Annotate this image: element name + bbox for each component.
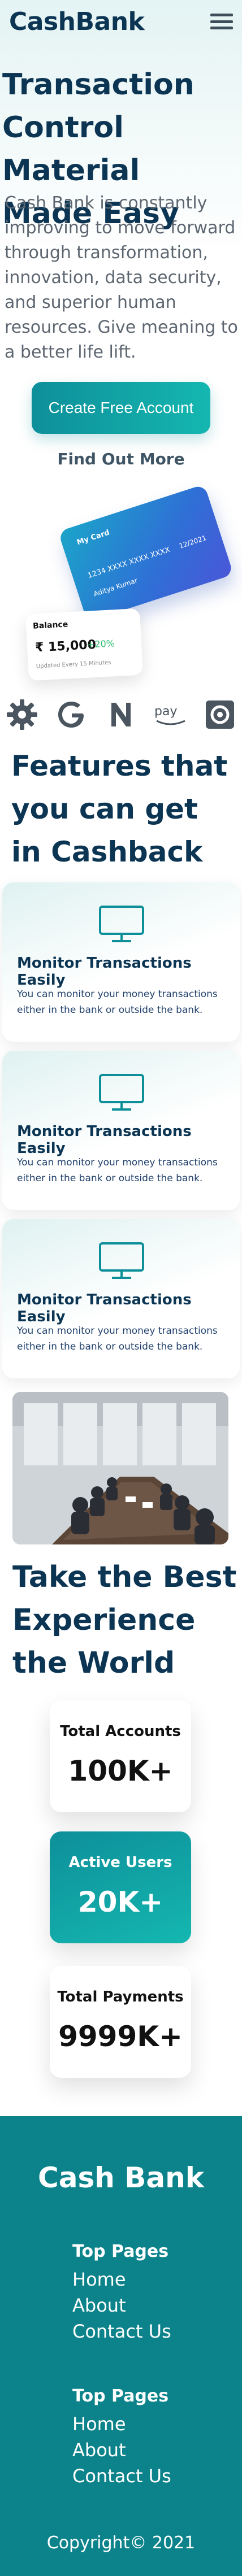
feature-title: Monitor Transactions Easily xyxy=(17,955,192,989)
site-footer: Cash Bank Top Pages Home About Contact U… xyxy=(0,2116,242,2576)
feature-card: Monitor Transactions Easily You can moni… xyxy=(2,882,240,1042)
brand-logos: pay xyxy=(5,695,237,734)
footer-heading: Top Pages xyxy=(72,2386,169,2406)
footer-link-contact[interactable]: Contact Us xyxy=(72,2318,219,2344)
monitor-icon xyxy=(98,905,145,945)
experience-title: Take the Best Experience the World xyxy=(12,1560,237,1680)
card-number: 1234 XXXX XXXX XXXX xyxy=(87,545,171,581)
footer-link-home[interactable]: Home xyxy=(72,2411,219,2437)
find-out-more-link[interactable]: Find Out More xyxy=(32,446,210,471)
card-name: My Card xyxy=(76,528,111,547)
balance-label: Balance xyxy=(32,620,68,631)
svg-text:pay: pay xyxy=(154,704,177,719)
monitor-icon xyxy=(98,1073,145,1113)
feature-description: You can monitor your money transactions … xyxy=(17,1157,218,1184)
stat-label: Total Accounts xyxy=(60,1723,181,1740)
feature-title: Monitor Transactions Easily xyxy=(17,1123,192,1157)
hero-description: Cash Bank is constantly improving to mov… xyxy=(5,193,238,362)
stat-label: Total Payments xyxy=(57,1988,184,2005)
balance-change: +20% xyxy=(87,638,115,650)
feature-card: Monitor Transactions Easily You can moni… xyxy=(2,1219,240,1378)
feature-card: Monitor Transactions Easily You can moni… xyxy=(2,1051,240,1210)
feature-title: Monitor Transactions Easily xyxy=(17,1291,192,1325)
footer-link-about[interactable]: About xyxy=(72,2292,219,2318)
create-account-button[interactable]: Create Free Account xyxy=(32,382,210,434)
features-title: Features that you can get in Cashback xyxy=(11,750,228,868)
stat-label: Active Users xyxy=(68,1854,172,1871)
stat-card-total-accounts: Total Accounts 100K+ xyxy=(50,1700,191,1812)
footer-heading: Top Pages xyxy=(72,2242,169,2261)
card-expiry: 12/2021 xyxy=(178,533,208,550)
stat-value: 100K+ xyxy=(68,1755,173,1787)
stat-card-active-users: Active Users 20K+ xyxy=(50,1831,191,1943)
logo[interactable]: CashBank xyxy=(9,7,145,36)
feature-description: You can monitor your money transactions … xyxy=(17,1325,218,1352)
footer-brand: Cash Bank xyxy=(38,2161,204,2194)
dashboard-icon xyxy=(202,697,237,732)
footer-column: Top Pages Home About Contact Us xyxy=(72,2384,219,2489)
google-icon xyxy=(54,697,89,732)
pay-icon: pay xyxy=(153,697,188,732)
footer-link-about[interactable]: About xyxy=(72,2437,219,2463)
card-holder: Aditya Kumar xyxy=(92,576,139,598)
n-logo-icon xyxy=(103,697,139,732)
site-header: CashBank xyxy=(0,0,242,43)
feature-description: You can monitor your money transactions … xyxy=(17,989,218,1016)
stat-value: 20K+ xyxy=(77,1886,163,1918)
card-illustration: My Card 1234 XXXX XXXX XXXX 12/2021 Adit… xyxy=(57,484,234,622)
footer-link-contact[interactable]: Contact Us xyxy=(72,2463,219,2489)
monitor-icon xyxy=(98,1242,145,1281)
hamburger-menu-icon[interactable] xyxy=(210,12,233,31)
meeting-photo xyxy=(12,1392,228,1544)
footer-column: Top Pages Home About Contact Us xyxy=(72,2239,219,2344)
balance-updated: Updated Every 15 Minutes xyxy=(36,659,111,670)
stat-card-total-payments: Total Payments 9999K+ xyxy=(50,1966,191,2078)
footer-link-home[interactable]: Home xyxy=(72,2266,219,2292)
gear-icon xyxy=(5,697,40,732)
balance-card: Balance ₹ 15,000 +20% Updated Every 15 M… xyxy=(25,608,143,681)
copyright: Copyright© 2021 xyxy=(46,2533,196,2553)
stat-value: 9999K+ xyxy=(58,2020,183,2053)
